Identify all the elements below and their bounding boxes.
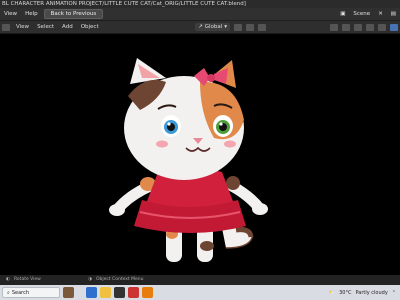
app-icon[interactable] [114,287,125,298]
weather-text: Partly cloudy [355,289,388,296]
shading-rendered-icon[interactable] [390,23,398,31]
task-view-icon[interactable] [86,287,97,298]
shading-material-icon[interactable] [378,23,386,31]
scene-label[interactable]: Scene [349,11,374,17]
tray-chevron-icon[interactable]: ⌃ [392,290,396,296]
snap-icon[interactable] [246,23,254,31]
mouse-right-icon: ◑ [88,277,92,282]
view-layer-icon[interactable]: ▤ [387,11,400,17]
toolbar-select[interactable]: Select [33,24,58,30]
file-explorer-icon[interactable] [100,287,111,298]
browser-icon[interactable] [128,287,139,298]
status-left-hint: Rotate View [14,277,41,282]
right-paw [252,203,268,215]
visibility-icon[interactable] [330,23,338,31]
toolbar-object[interactable]: Object [77,24,103,30]
back-to-previous-button[interactable]: Back to Previous [43,9,104,19]
close-scene-icon[interactable]: ✕ [374,11,387,17]
viewport-header: View Select Add Object ↗ Global ▾ [0,21,400,34]
overlay-icon[interactable] [342,23,350,31]
search-icon: ⌕ [7,289,10,296]
weather-icon: ⛅ [328,289,336,296]
shading-solid-icon[interactable] [366,23,374,31]
toolbar-view[interactable]: View [12,24,33,30]
leg-patch-right [200,241,214,251]
bow-knot [207,74,215,82]
menu-help[interactable]: Help [21,11,42,17]
arm-patch-right [226,176,240,190]
menu-view[interactable]: View [0,11,21,17]
toolbar-add[interactable]: Add [58,24,77,30]
proportional-edit-icon[interactable] [258,23,266,31]
orientation-icon: ↗ [198,24,203,30]
window-title: BL CHARACTER ANIMATION PROJECT/LITTLE CU… [2,1,246,7]
scene-icon: ▣ [340,11,346,17]
transform-orientation-dropdown[interactable]: ↗ Global ▾ [195,23,230,31]
3d-viewport[interactable] [0,34,400,275]
taskbar-search[interactable]: ⌕ Search [2,287,60,298]
xray-icon[interactable] [354,23,362,31]
right-eye-shine [219,122,223,126]
top-menu-bar: View Help Back to Previous ▣ Scene ✕ ▤ [0,8,400,21]
search-placeholder: Search [11,289,29,296]
chevron-down-icon: ▾ [224,24,227,30]
neck [178,170,202,176]
status-bar: ◐ Rotate View ◑ Object Context Menu [0,275,400,285]
blender-icon[interactable] [142,287,153,298]
mouse-icon: ◐ [6,277,10,282]
left-cheek [156,140,168,148]
transform-orientation-value: Global [204,24,223,30]
left-paw [109,204,125,216]
status-middle-hint: Object Context Menu [96,277,144,282]
cat-model-render [109,58,268,262]
pivot-icon[interactable] [234,23,242,31]
left-eye-shine [167,122,171,126]
window-title-bar: BL CHARACTER ANIMATION PROJECT/LITTLE CU… [0,0,400,8]
weather-temp: 30°C [339,289,352,296]
system-tray: ⛅ 30°C Partly cloudy ⌃ [329,285,396,300]
os-taskbar: ⌕ Search ⛅ 30°C Partly cloudy ⌃ [0,285,400,300]
editor-type-icon[interactable] [2,23,10,31]
right-cheek [224,140,236,148]
taskbar-widget-icon[interactable] [63,287,74,298]
